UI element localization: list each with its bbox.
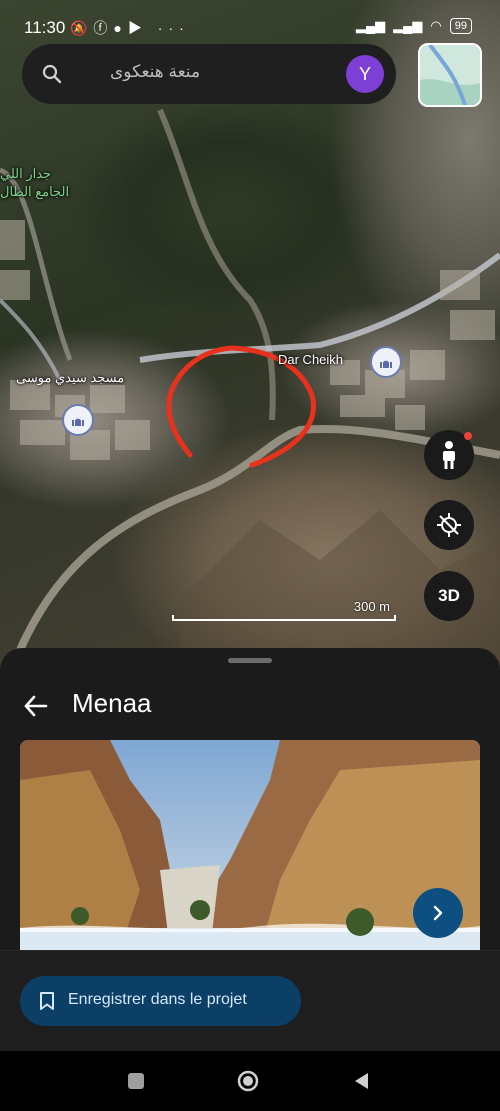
wifi-icon: ◠: [430, 18, 442, 33]
mosque-pin-icon[interactable]: [370, 346, 402, 378]
map-scale: 300 m: [172, 599, 396, 621]
3d-toggle-button[interactable]: 3D: [424, 571, 474, 621]
signal-icon-2: ▂▄▆: [393, 18, 423, 33]
home-circle-icon[interactable]: [236, 1069, 260, 1093]
avatar[interactable]: Y: [346, 55, 384, 93]
battery-icon: 99: [449, 18, 472, 34]
notification-icons: 🔕ⓕ●▶ ···: [70, 20, 190, 36]
search-icon[interactable]: [40, 62, 64, 86]
recents-square-icon[interactable]: [124, 1069, 148, 1093]
scale-label: 300 m: [353, 599, 390, 614]
scale-bar: [172, 615, 396, 621]
bookmark-icon: [40, 992, 54, 1010]
next-photo-button[interactable]: [413, 888, 463, 938]
save-to-project-button[interactable]: Enregistrer dans le projet: [20, 976, 301, 1026]
location-off-icon: [437, 513, 461, 537]
mosque-label[interactable]: مسجد سيدي موسى: [16, 370, 124, 386]
location-button[interactable]: [424, 500, 474, 550]
green-label-2[interactable]: الجامع الطال: [0, 184, 69, 200]
chevron-right-icon: [433, 905, 443, 921]
sheet-drag-handle[interactable]: [228, 658, 272, 663]
back-triangle-icon[interactable]: [350, 1069, 374, 1093]
status-time: 11:30: [24, 18, 66, 37]
place-label-dar-cheikh[interactable]: Dar Cheikh: [278, 352, 343, 367]
search-bar[interactable]: منعة هنعكوى Y: [22, 44, 396, 104]
place-title: Menaa: [72, 688, 152, 718]
save-button-label: Enregistrer dans le projet: [68, 991, 247, 1008]
green-label-1[interactable]: جدار اللي: [0, 166, 51, 182]
back-arrow-icon[interactable]: [22, 692, 50, 720]
canyon-photo-illustration: [20, 740, 480, 950]
notification-dot: [464, 432, 472, 440]
save-bar: Enregistrer dans le projet: [0, 950, 500, 1052]
map-thumbnail-icon: [420, 45, 480, 105]
mosque-pin-icon[interactable]: [62, 404, 94, 436]
search-query[interactable]: منعة هنعكوى: [110, 62, 200, 82]
place-photo[interactable]: [20, 740, 480, 950]
signal-icon: ▂▄▆: [355, 18, 386, 33]
map-layer-toggle[interactable]: [418, 43, 482, 107]
system-icons: ▂▄▆ ▂▄▆ ◠ 99: [356, 18, 472, 34]
system-nav-bar: [0, 1051, 500, 1111]
pegman-icon: [443, 441, 455, 469]
